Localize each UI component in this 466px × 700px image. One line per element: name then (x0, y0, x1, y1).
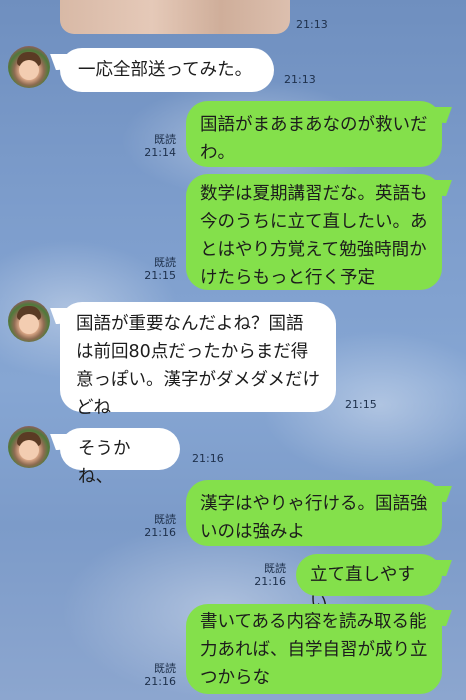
sent-message[interactable]: 書いてある内容を読み取る能力あれば、自学自習が成り立つからな (186, 604, 442, 694)
message-meta: 既読 21:16 (254, 562, 286, 588)
avatar[interactable] (8, 46, 50, 88)
message-text: 数学は夏期講習だな。英語も今のうちに立て直したい。あとはやり方覚えて勉強時間かけ… (200, 184, 428, 288)
sent-message[interactable]: 国語がまあまあなのが救いだわ。 (186, 101, 442, 167)
read-receipt: 既読 (154, 513, 176, 526)
avatar[interactable] (8, 426, 50, 468)
read-receipt: 既読 (264, 562, 286, 575)
message-time: 21:15 (345, 398, 377, 411)
photo-message[interactable] (60, 0, 290, 34)
message-text: そうかね、 (78, 439, 131, 487)
message-time: 21:16 (192, 452, 224, 465)
read-receipt: 既読 (154, 256, 176, 269)
message-time: 21:13 (284, 73, 316, 86)
message-time: 21:16 (144, 526, 176, 539)
message-text: 書いてある内容を読み取る能力あれば、自学自習が成り立つからな (200, 612, 428, 688)
received-message[interactable]: 国語が重要なんだよね？国語は前回80点だったからまだ得意っぽい。漢字がダメダメだ… (60, 302, 336, 418)
sent-message[interactable]: 数学は夏期講習だな。英語も今のうちに立て直したい。あとはやり方覚えて勉強時間かけ… (186, 174, 442, 290)
read-receipt: 既読 (154, 662, 176, 675)
message-text: 漢字はやりゃ行ける。国語強いのは強みよ (200, 494, 428, 542)
sent-message[interactable]: 漢字はやりゃ行ける。国語強いのは強みよ (186, 480, 442, 546)
chat-area[interactable]: 21:13 一応全部送ってみた。 21:13 既読 21:14 国語がまあまあな… (0, 0, 466, 700)
message-time: 21:14 (144, 146, 176, 159)
message-meta: 既読 21:14 (144, 133, 176, 159)
received-message[interactable]: 一応全部送ってみた。 (60, 48, 274, 92)
message-meta: 既読 21:16 (144, 662, 176, 688)
message-time: 21:16 (144, 675, 176, 688)
message-text: 一応全部送ってみた。 (78, 60, 253, 80)
avatar[interactable] (8, 300, 50, 342)
message-time: 21:15 (144, 269, 176, 282)
read-receipt: 既読 (154, 133, 176, 146)
message-time: 21:13 (296, 18, 328, 31)
message-text: 国語が重要なんだよね？国語は前回80点だったからまだ得意っぽい。漢字がダメダメだ… (76, 314, 320, 418)
received-message[interactable]: そうかね、 (60, 428, 180, 487)
message-text: 国語がまあまあなのが救いだわ。 (200, 115, 428, 163)
message-meta: 既読 21:16 (144, 513, 176, 539)
message-meta: 既読 21:15 (144, 256, 176, 282)
message-time: 21:16 (254, 575, 286, 588)
sent-message[interactable]: 立て直しやすい (296, 554, 442, 613)
